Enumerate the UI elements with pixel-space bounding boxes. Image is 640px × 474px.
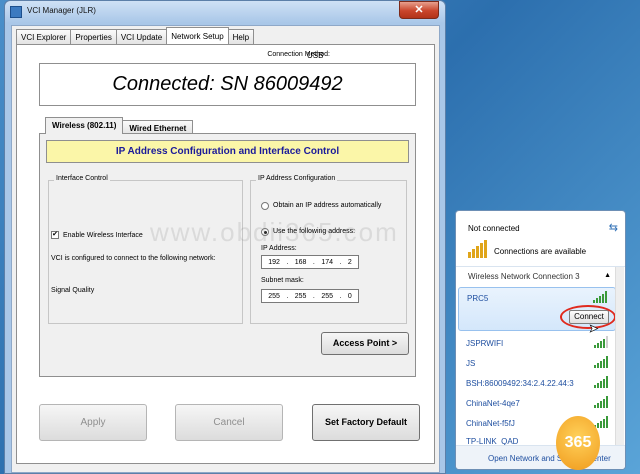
tab-vci-explorer[interactable]: VCI Explorer <box>16 29 72 44</box>
ip-address-input[interactable]: 192. 168. 174. 2 <box>261 255 359 269</box>
network-name: JS <box>466 359 476 368</box>
tab-vci-update[interactable]: VCI Update <box>115 29 168 44</box>
mask-octet: 255 <box>268 292 280 300</box>
network-name: PRC5 <box>467 294 489 303</box>
wireless-section-label: Wireless Network Connection 3 <box>468 272 580 281</box>
mask-octet: 0 <box>347 292 352 300</box>
network-name: BSH:86009492:34:2.4.22.44:3 <box>466 379 574 388</box>
collapse-caret-icon[interactable]: ▲ <box>604 272 611 279</box>
interface-control-group: Interface Control ✔ Enable Wireless Inte… <box>48 175 243 324</box>
network-name: ChinaNet-f5fJ <box>466 419 515 428</box>
connections-available-text: Connections are available <box>494 247 587 256</box>
ip-octet: 168 <box>294 258 307 266</box>
mask-octet: 255 <box>294 292 307 300</box>
title-bar[interactable]: VCI Manager (JLR) ✕ <box>5 1 445 23</box>
site-logo: 365 <box>556 416 600 470</box>
highlight-ring <box>560 305 616 329</box>
signal-quality-label: Signal Quality <box>51 287 95 294</box>
manual-ip-radio[interactable] <box>261 228 269 236</box>
signal-strength-icon <box>594 336 608 348</box>
subnet-mask-input[interactable]: 255. 255. 255. 0 <box>261 289 359 303</box>
set-factory-default-button[interactable]: Set Factory Default <box>312 404 420 441</box>
interface-control-label: Interface Control <box>54 175 110 182</box>
window-title: VCI Manager (JLR) <box>27 6 96 15</box>
flyout-scrollbar[interactable] <box>615 267 624 447</box>
available-network-icon <box>468 240 487 258</box>
config-banner: IP Address Configuration and Interface C… <box>46 140 409 163</box>
auto-ip-label: Obtain an IP address automatically <box>273 202 382 209</box>
connection-status-text: Not connected <box>468 224 520 233</box>
network-setup-page: Connection Method: USB Connected: SN 860… <box>16 44 435 464</box>
wireless-panel: IP Address Configuration and Interface C… <box>39 133 416 377</box>
network-name: ChinaNet-4qe7 <box>466 399 520 408</box>
refresh-icon[interactable]: ⇆ <box>609 221 618 234</box>
vci-manager-window: VCI Manager (JLR) ✕ VCI Explorer Propert… <box>4 0 446 474</box>
main-tabs: VCI Explorer Properties VCI Update Netwo… <box>16 27 255 44</box>
signal-strength-icon <box>594 396 608 408</box>
network-name: JSPRWIFI <box>466 339 504 348</box>
ip-octet: 174 <box>321 258 333 266</box>
access-point-button[interactable]: Access Point > <box>321 332 409 355</box>
ip-config-label: IP Address Configuration <box>256 175 338 182</box>
tab-network-setup[interactable]: Network Setup <box>166 27 229 44</box>
interface-tabs: Wireless (802.11) Wired Ethernet <box>45 117 194 134</box>
mask-octet: 255 <box>321 292 333 300</box>
connection-method-value: USB <box>307 51 324 60</box>
network-item[interactable]: ChinaNet-4qe7 <box>458 393 616 414</box>
network-item[interactable]: JS <box>458 353 616 374</box>
signal-strength-icon <box>594 376 608 388</box>
ip-octet: 192 <box>268 258 280 266</box>
network-item-selected[interactable]: PRC5 Connect ➤ <box>458 287 616 335</box>
tab-properties[interactable]: Properties <box>70 29 117 44</box>
enable-wireless-label: Enable Wireless Interface <box>63 232 143 239</box>
flyout-header: Not connected ⇆ Connections are availabl… <box>456 211 625 267</box>
ip-octet: 2 <box>347 258 352 266</box>
subnet-mask-label: Subnet mask: <box>261 277 304 284</box>
apply-button[interactable]: Apply <box>39 404 147 441</box>
manual-ip-label: Use the following address: <box>273 228 356 235</box>
network-item[interactable]: JSPRWIFI <box>458 333 616 354</box>
client-area: VCI Explorer Properties VCI Update Netwo… <box>11 25 440 473</box>
cancel-button[interactable]: Cancel <box>175 404 283 441</box>
tab-wired-ethernet[interactable]: Wired Ethernet <box>122 120 194 134</box>
configured-network-text: VCI is configured to connect to the foll… <box>51 255 216 262</box>
signal-strength-icon <box>593 291 607 303</box>
app-icon <box>10 6 22 18</box>
auto-ip-radio[interactable] <box>261 202 269 210</box>
connection-status: Connected: SN 86009492 <box>39 63 416 106</box>
tab-help[interactable]: Help <box>227 29 255 44</box>
ip-config-group: IP Address Configuration Obtain an IP ad… <box>250 175 407 324</box>
ip-address-label: IP Address: <box>261 245 297 252</box>
close-button[interactable]: ✕ <box>399 1 439 19</box>
signal-strength-icon <box>594 416 608 428</box>
signal-strength-icon <box>594 356 608 368</box>
network-item[interactable]: BSH:86009492:34:2.4.22.44:3 <box>458 373 616 394</box>
network-flyout: Not connected ⇆ Connections are availabl… <box>455 210 626 470</box>
flyout-footer: Open Network and Sharing Center <box>456 445 625 469</box>
tab-wireless[interactable]: Wireless (802.11) <box>45 117 124 134</box>
enable-wireless-checkbox[interactable]: ✔ <box>51 231 59 239</box>
